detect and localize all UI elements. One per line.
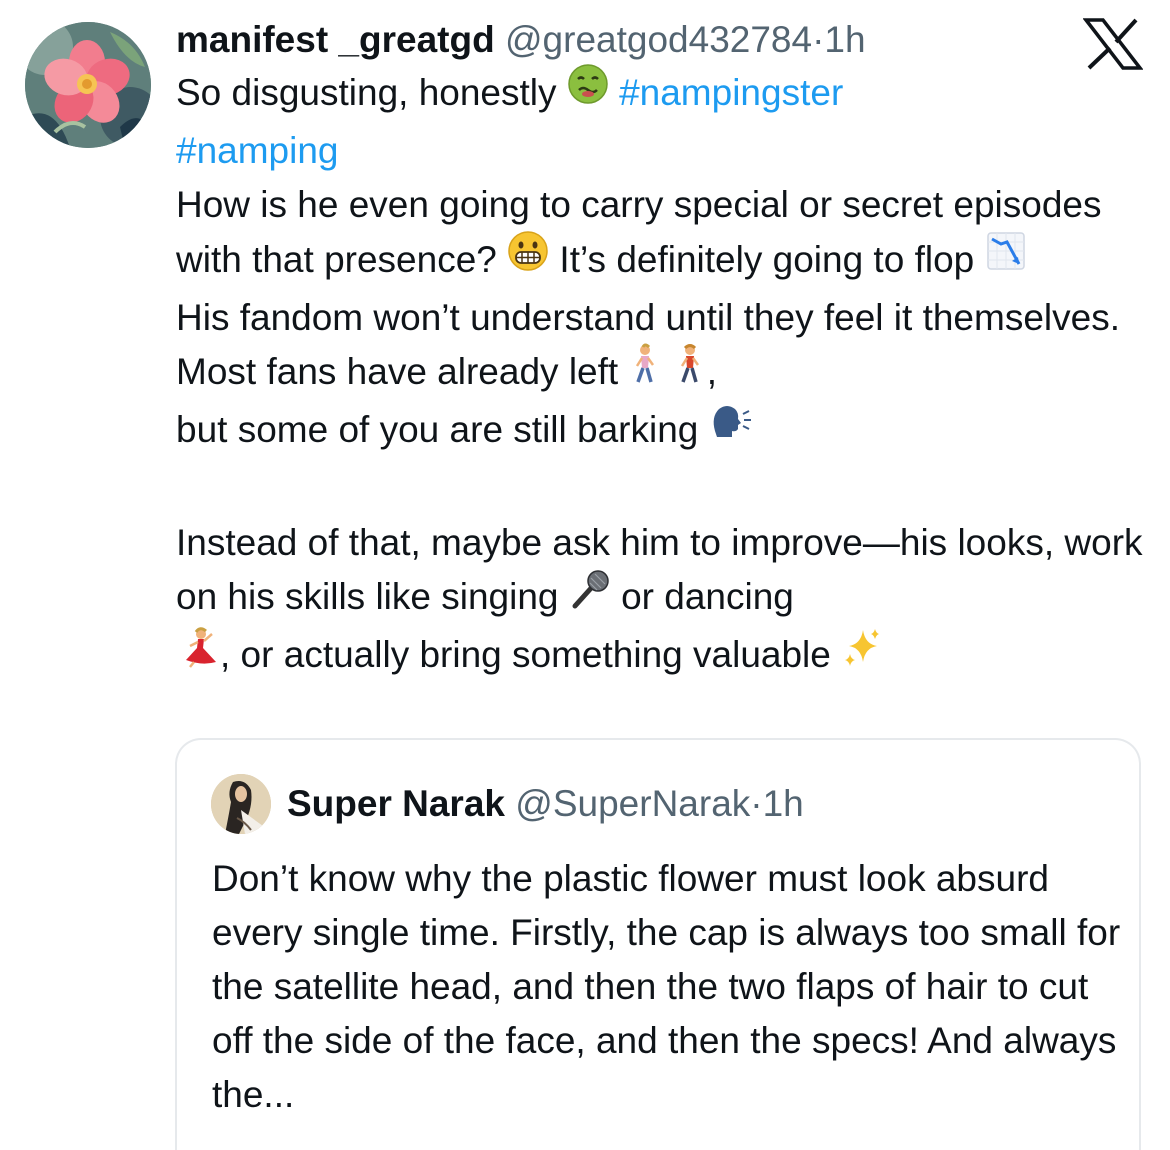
- quoted-author-name[interactable]: Super Narak: [287, 783, 505, 824]
- person-walking-icon: [673, 343, 707, 401]
- post-text: So disgusting, honestly #nampingster #na…: [176, 63, 1151, 686]
- chart-decreasing-icon: [985, 230, 1027, 288]
- quoted-post-time[interactable]: 1h: [763, 783, 804, 824]
- microphone-icon: [569, 568, 611, 626]
- quoted-post-card[interactable]: Super Narak @SuperNarak·1h Don’t know wh…: [175, 738, 1141, 1150]
- speaking-head-icon: [709, 401, 753, 459]
- quoted-author-handle[interactable]: @SuperNarak: [515, 783, 750, 824]
- author-name[interactable]: manifest _greatgd: [176, 19, 495, 60]
- grimacing-face-icon: [507, 230, 549, 288]
- post-time[interactable]: 1h: [824, 19, 865, 60]
- post-header: manifest _greatgd @greatgod432784·1h: [176, 14, 1151, 66]
- post-line-1: So disgusting, honestly: [176, 72, 557, 113]
- flower-avatar-image: [25, 22, 151, 148]
- sparkles-icon: [841, 626, 883, 684]
- post-paragraph-2: It’s definitely going to flop: [559, 238, 975, 280]
- hashtag-namping[interactable]: #namping: [176, 130, 339, 171]
- author-handle[interactable]: @greatgod432784: [505, 19, 812, 60]
- post-paragraph-7: , or actually bring something valuable: [220, 634, 831, 676]
- post: manifest _greatgd @greatgod432784·1h So …: [176, 14, 1151, 686]
- time-separator: ·: [812, 19, 825, 60]
- nauseated-face-icon: [567, 63, 609, 121]
- hashtag-nampingster[interactable]: #nampingster: [619, 72, 843, 113]
- person-walking-icon: [628, 343, 662, 401]
- post-paragraph-6: or dancing: [621, 576, 794, 618]
- quoted-post-header: Super Narak @SuperNarak·1h: [287, 778, 804, 830]
- author-avatar[interactable]: [25, 22, 151, 148]
- post-paragraph-4: but some of you are still barking: [176, 409, 699, 451]
- post-comma: ,: [706, 351, 718, 393]
- quoted-author-avatar[interactable]: [211, 774, 271, 834]
- dancer-icon: [176, 626, 220, 684]
- quoted-post-text: Don’t know why the plastic flower must l…: [212, 858, 1121, 1115]
- quoted-time-separator: ·: [750, 783, 763, 824]
- quoted-avatar-image: [211, 774, 271, 834]
